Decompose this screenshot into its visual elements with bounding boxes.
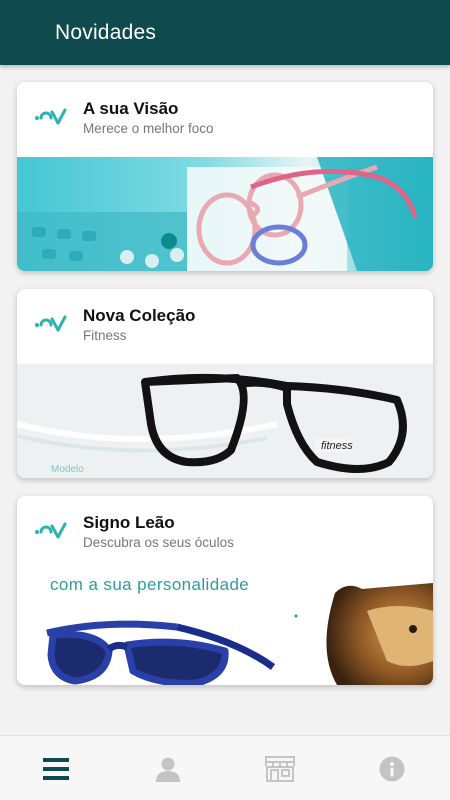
page-title: Novidades — [55, 20, 157, 44]
nav-info-button[interactable] — [336, 736, 448, 800]
menu-icon — [43, 757, 69, 780]
card-title: Signo Leão — [83, 513, 175, 532]
brand-logo-icon — [35, 315, 67, 332]
card-header: A sua Visão Merece o melhor foco — [17, 82, 433, 157]
news-feed[interactable]: A sua Visão Merece o melhor foco Nova Co… — [0, 65, 450, 735]
bottom-navigation — [0, 735, 450, 800]
news-card[interactable]: Signo Leão Descubra os seus óculos com a… — [17, 496, 433, 685]
brand-logo-icon — [35, 108, 67, 125]
news-card[interactable]: Nova Coleção Fitness Modelo fitness — [17, 289, 433, 478]
promo-text: com a sua personalidade — [50, 575, 250, 594]
card-header: Signo Leão Descubra os seus óculos — [17, 496, 433, 571]
nav-menu-button[interactable] — [0, 736, 112, 800]
user-icon — [156, 757, 180, 782]
image-caption: Modelo — [51, 464, 84, 475]
brand-logo-icon — [35, 522, 67, 539]
nav-store-button[interactable] — [224, 736, 336, 800]
black-eyeglasses-photo: Modelo fitness — [17, 364, 433, 478]
card-subtitle: Descubra os seus óculos — [83, 535, 234, 550]
nav-profile-button[interactable] — [112, 736, 224, 800]
news-card[interactable]: A sua Visão Merece o melhor foco — [17, 82, 433, 271]
info-icon — [379, 756, 405, 781]
app-bar: Novidades — [0, 0, 450, 65]
card-subtitle: Merece o melhor foco — [83, 121, 214, 136]
card-title: Nova Coleção — [83, 306, 196, 325]
frame-brand-text: fitness — [321, 440, 353, 452]
store-icon — [265, 755, 295, 782]
pink-eyeglasses-photo — [17, 157, 433, 271]
card-subtitle: Fitness — [83, 328, 127, 343]
card-title: A sua Visão — [83, 99, 179, 118]
card-header: Nova Coleção Fitness — [17, 289, 433, 364]
lion-and-blue-sunglasses-photo: com a sua personalidade — [17, 571, 433, 685]
